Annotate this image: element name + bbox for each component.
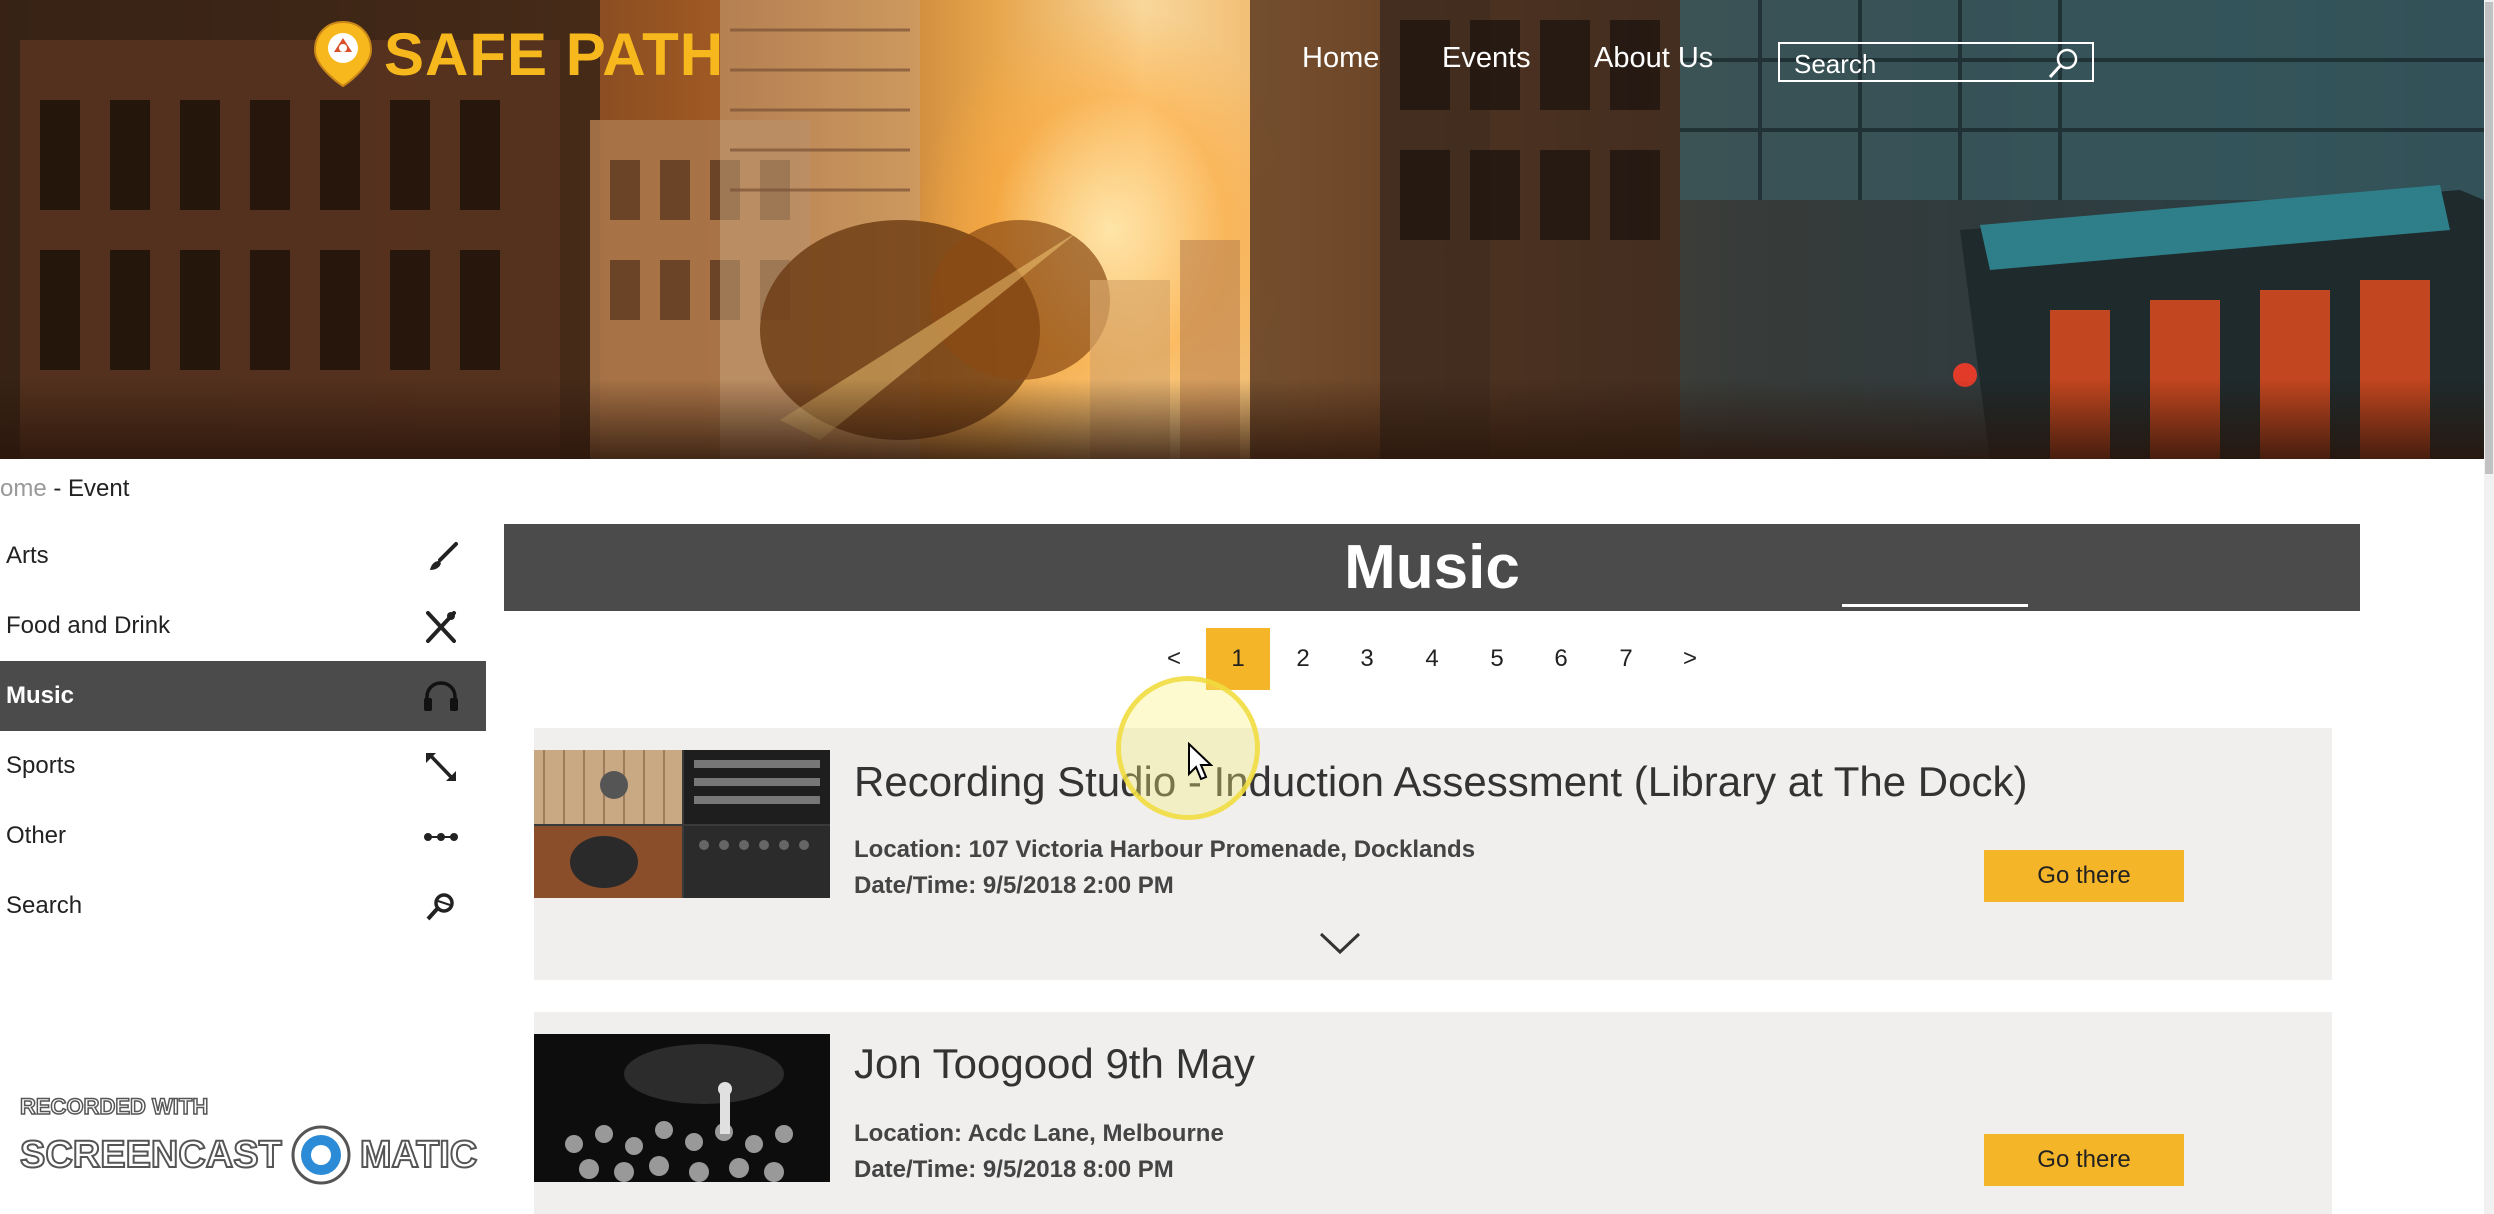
expand-arrows-icon xyxy=(426,752,456,781)
event-card: Jon Toogood 9th May Location: Acdc Lane,… xyxy=(534,1012,2332,1214)
sidebar-item-sports[interactable]: Sports xyxy=(0,731,486,801)
sidebar-item-label: Sports xyxy=(6,752,76,779)
sidebar-item-other[interactable]: Other xyxy=(0,801,486,871)
event-location: Location: Acdc Lane, Melbourne xyxy=(854,1120,1224,1147)
event-thumbnail-concert xyxy=(534,1034,830,1182)
sidebar-item-music[interactable]: Music xyxy=(0,661,486,731)
breadcrumb-current: Event xyxy=(68,475,130,502)
pagination-page-5[interactable]: 5 xyxy=(1465,628,1529,690)
ellipsis-icon xyxy=(424,833,458,841)
event-title[interactable]: Recording Studio - Induction Assessment … xyxy=(854,758,2027,806)
event-thumbnail-studio xyxy=(534,750,830,898)
record-logo-icon xyxy=(291,1125,351,1185)
sidebar-item-arts[interactable]: Arts xyxy=(0,521,486,591)
paintbrush-icon xyxy=(430,542,458,570)
pagination-page-2[interactable]: 2 xyxy=(1271,628,1335,690)
watermark-line1: RECORDED WITH xyxy=(19,1093,209,1120)
map-pin-logo-icon xyxy=(313,20,373,88)
header-search-box xyxy=(1778,42,2094,82)
nav-home-link[interactable]: Home xyxy=(1302,42,1379,75)
go-there-button[interactable]: Go there xyxy=(1984,1134,2184,1186)
watermark-matic: MATIC xyxy=(359,1133,478,1177)
event-title[interactable]: Jon Toogood 9th May xyxy=(854,1040,1255,1088)
watermark-screencast: SCREENCAST xyxy=(19,1133,283,1177)
sidebar-item-food-and-drink[interactable]: Food and Drink xyxy=(0,591,486,661)
event-location: Location: 107 Victoria Harbour Promenade… xyxy=(854,836,1476,863)
sidebar-item-label: Other xyxy=(6,822,67,849)
breadcrumb: ome - Event xyxy=(0,475,129,503)
screencast-watermark: RECORDED WITH SCREENCAST MATIC xyxy=(19,1093,478,1186)
headphones-icon xyxy=(424,681,458,711)
brand-logo[interactable]: SAFE PATH xyxy=(310,18,724,90)
breadcrumb-home-link[interactable]: ome xyxy=(0,475,47,502)
go-there-button[interactable]: Go there xyxy=(1984,850,2184,902)
pagination-page-4[interactable]: 4 xyxy=(1400,628,1464,690)
sidebar-item-search[interactable]: Search xyxy=(0,871,486,941)
pagination-page-6[interactable]: 6 xyxy=(1529,628,1593,690)
street-shadow xyxy=(0,379,2484,459)
category-title-banner: Music xyxy=(504,524,2360,611)
sidebar-item-label: Search xyxy=(6,892,83,919)
breadcrumb-separator: - xyxy=(46,475,69,502)
header-search-input[interactable] xyxy=(1792,48,2036,80)
pagination-next[interactable]: > xyxy=(1658,628,1722,690)
title-underline xyxy=(1842,604,2028,607)
fork-knife-icon xyxy=(426,611,456,643)
event-datetime: Date/Time: 9/5/2018 2:00 PM xyxy=(854,872,1174,899)
brand-name: SAFE PATH xyxy=(384,20,725,88)
scrollbar-thumb[interactable] xyxy=(2485,2,2493,474)
event-card: Recording Studio - Induction Assessment … xyxy=(534,728,2332,980)
sidebar-item-label: Music xyxy=(6,682,75,709)
nav-about-link[interactable]: About Us xyxy=(1594,42,1713,75)
nav-events-link[interactable]: Events xyxy=(1442,42,1531,75)
mouse-pointer-icon xyxy=(1188,742,1213,781)
search-icon[interactable] xyxy=(2046,46,2082,80)
sidebar-item-label: Arts xyxy=(6,542,49,569)
page-title: Music xyxy=(1344,533,1520,602)
category-sidebar: Arts Food and Drink Music Sports Other S… xyxy=(0,521,486,941)
pagination-page-3[interactable]: 3 xyxy=(1335,628,1399,690)
sidebar-item-label: Food and Drink xyxy=(6,612,171,639)
event-datetime: Date/Time: 9/5/2018 8:00 PM xyxy=(854,1156,1174,1183)
chevron-down-icon[interactable] xyxy=(1318,930,1362,956)
pagination-page-7[interactable]: 7 xyxy=(1594,628,1658,690)
search-icon xyxy=(426,893,454,921)
